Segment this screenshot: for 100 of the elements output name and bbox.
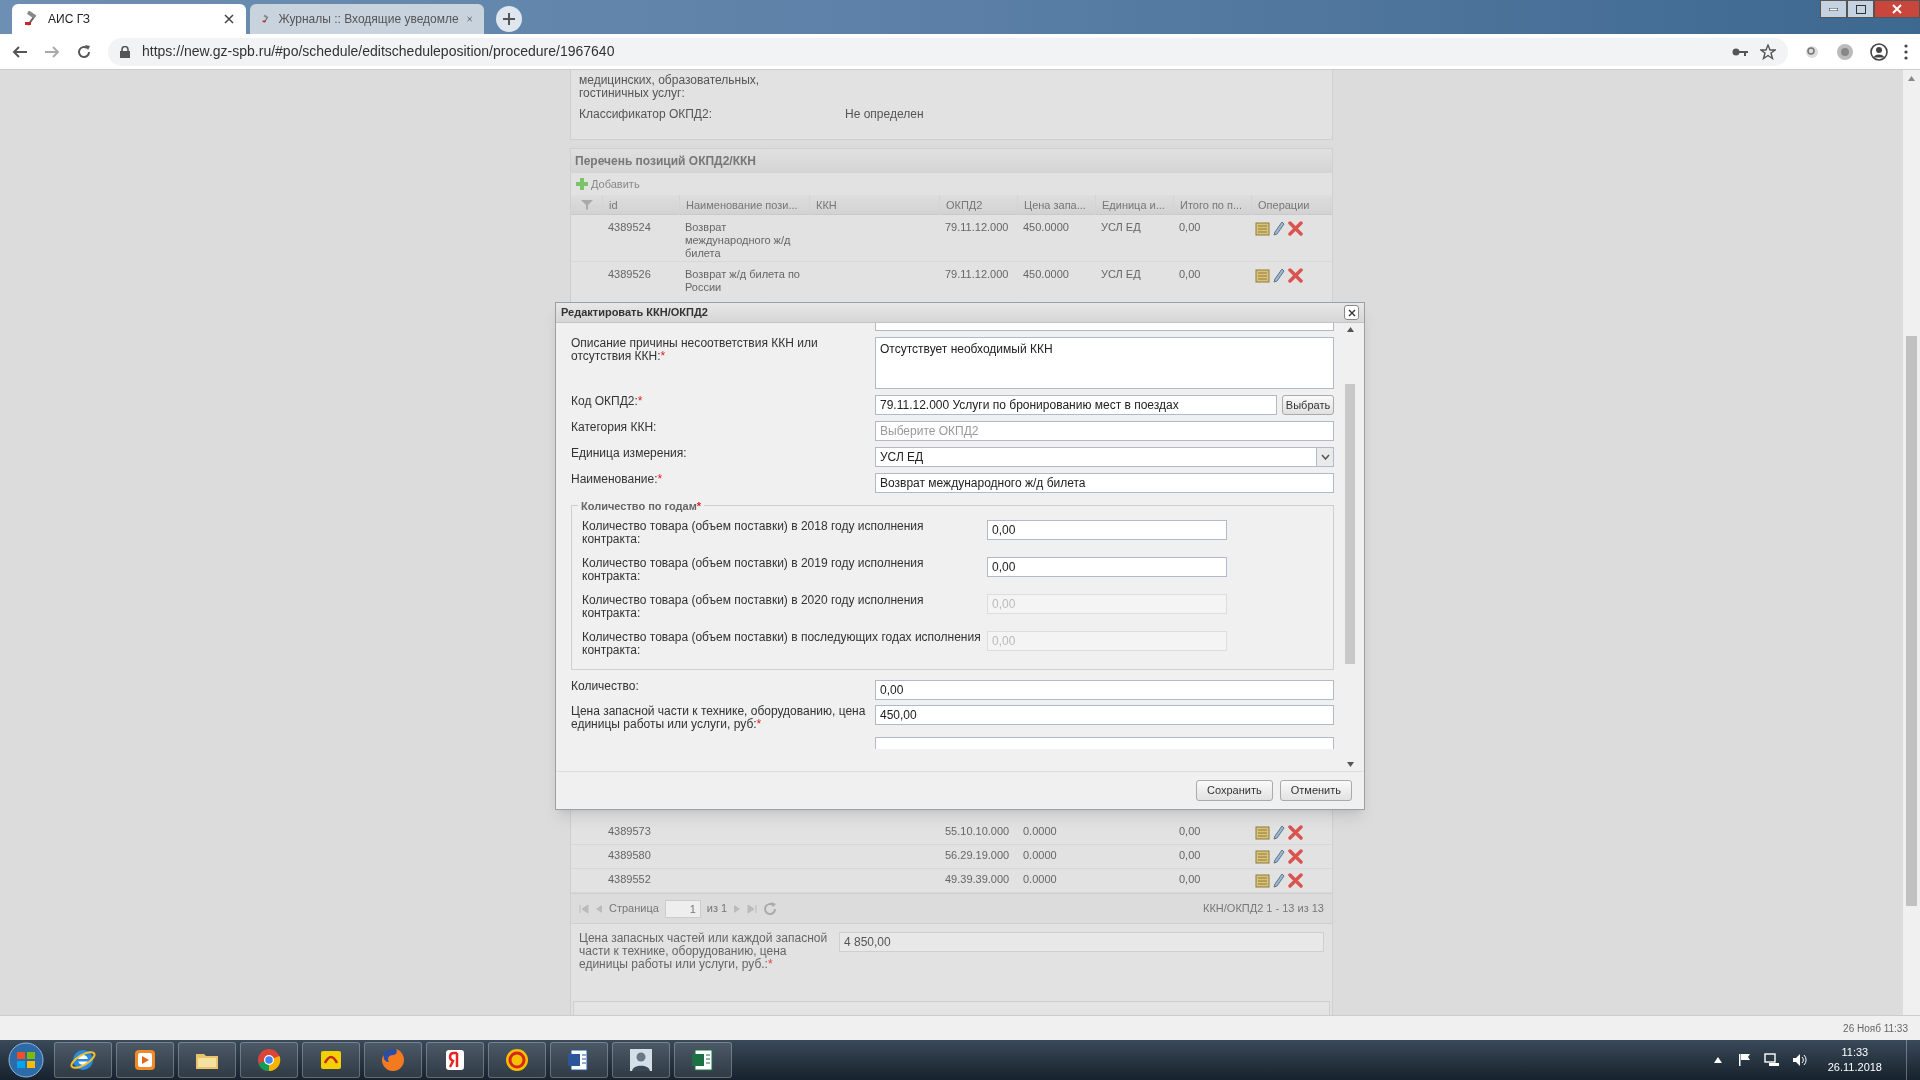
extension-icon[interactable]: [1836, 42, 1854, 61]
back-icon[interactable]: [12, 43, 28, 60]
taskbar-button[interactable]: [302, 1042, 360, 1078]
field-label: Цена запасной части к технике, оборудованию, цена единицы работы или услуги, руб:*: [571, 705, 867, 731]
extension-icon[interactable]: [1804, 43, 1820, 60]
field-label: Наименование:*: [571, 473, 664, 486]
clock-time[interactable]: 11:33: [1841, 1045, 1869, 1060]
network-icon[interactable]: [1763, 1053, 1780, 1067]
table-cell-text: 79.11.12.000: [944, 268, 1010, 282]
field-label: Количество товара (объем поставки) в 2018 году исполнения контракта:: [582, 520, 925, 546]
close-icon[interactable]: [224, 14, 234, 24]
fox-icon: [379, 1046, 407, 1074]
field-label: медицинских, образовательных, гостиничных услуг:: [579, 74, 761, 100]
taskbar-button[interactable]: [550, 1042, 608, 1078]
dialog-title: Редактировать ККН/ОКПД2: [561, 305, 709, 321]
field-label: Цена запасных частей или каждой запасной части к технике, оборудованию, цена единицы работы или услуги, руб.:*: [579, 932, 829, 973]
minimize-icon[interactable]: [1829, 7, 1838, 11]
pager-label: из 1: [706, 901, 728, 917]
person-icon: [627, 1046, 655, 1074]
table-cell-text: 0.0000: [1022, 873, 1058, 887]
new-tab-button[interactable]: [496, 6, 522, 32]
table-cell-text: 0,00: [1178, 849, 1202, 863]
scroll-up-icon[interactable]: [1346, 327, 1354, 332]
table-cell-text: УСЛ ЕД: [1100, 268, 1142, 282]
pager-label: Страница: [609, 901, 659, 917]
browser-tab[interactable]: АИС ГЗ: [12, 4, 246, 34]
field-label: Количество товара (объем поставки) в 2020 году исполнения контракта:: [582, 594, 925, 620]
close-button[interactable]: [1874, 0, 1920, 18]
browser-tab[interactable]: Журналы :: Входящие уведомле: [250, 4, 484, 34]
flag-icon[interactable]: [1737, 1053, 1752, 1067]
select-button[interactable]: Выбрать: [1282, 395, 1334, 415]
maximize-icon[interactable]: [1855, 4, 1866, 14]
scrollbar[interactable]: [1903, 70, 1920, 1015]
address-bar[interactable]: https://new.gz-spb.ru/#po/schedule/editscheduleposition/procedure/1967640: [108, 37, 1788, 66]
scroll-up-icon[interactable]: [1908, 76, 1915, 81]
table-cell-text: 0,00: [1178, 221, 1202, 235]
field-label: Единица измерения:: [571, 447, 688, 460]
taskbar-button[interactable]: [612, 1042, 670, 1078]
input-field[interactable]: [875, 737, 1334, 749]
clock-date[interactable]: 26.11.2018: [1827, 1060, 1882, 1075]
table-cell-text: 0,00: [1178, 873, 1202, 887]
input-field[interactable]: 0,00: [987, 520, 1227, 540]
delete-icon[interactable]: [1288, 873, 1303, 888]
taskbar-button[interactable]: [426, 1042, 484, 1078]
input-field[interactable]: [875, 323, 1334, 331]
pencil-icon[interactable]: [1273, 873, 1285, 888]
taskbar-button[interactable]: [674, 1042, 732, 1078]
chevron-down-icon[interactable]: [1320, 454, 1330, 460]
pager-summary: ККН/ОКПД2 1 - 13 из 13: [1203, 901, 1324, 917]
input-field[interactable]: Возврат международного ж/д билета: [875, 473, 1334, 493]
badge-icon: [503, 1046, 531, 1074]
table-cell-text: 56.29.19.000: [944, 849, 1011, 863]
table-cell-text: 4389526: [607, 268, 652, 282]
delete-icon[interactable]: [1288, 268, 1303, 283]
table-cell-text: 450.0000: [1022, 268, 1070, 282]
input-field[interactable]: 0,00: [875, 680, 1334, 700]
table-cell-text: 49.39.39.000: [944, 873, 1011, 887]
pencil-icon[interactable]: [1273, 849, 1285, 864]
panel-title: Перечень позиций ОКПД2/ККН: [571, 149, 1332, 173]
taskbar-button[interactable]: [116, 1042, 174, 1078]
input-field[interactable]: 79.11.12.000 Услуги по бронированию мест в поездах: [875, 395, 1277, 415]
show-hidden-icons-icon[interactable]: [1713, 1057, 1722, 1063]
field-label: Описание причины несоответствия ККН или отсутствия ККН:*: [571, 337, 819, 363]
dialog-button[interactable]: Сохранить: [1196, 780, 1273, 801]
minimize-button[interactable]: [1820, 0, 1847, 18]
table-cell-text: 55.10.10.000: [944, 825, 1011, 839]
scroll-down-icon[interactable]: [1346, 762, 1354, 767]
maximize-button[interactable]: [1847, 0, 1874, 18]
taskbar-button[interactable]: [240, 1042, 298, 1078]
field-label: Категория ККН:: [571, 421, 658, 434]
input-field[interactable]: 450,00: [875, 705, 1334, 725]
table-cell-text: УСЛ ЕД: [1100, 221, 1142, 235]
reload-icon[interactable]: [76, 43, 92, 60]
star-icon[interactable]: [1760, 43, 1776, 60]
pencil-icon[interactable]: [1273, 825, 1285, 840]
pencil-icon[interactable]: [1273, 221, 1285, 236]
key-icon[interactable]: [1732, 46, 1748, 57]
table-cell-text: 0.0000: [1022, 825, 1058, 839]
taskbar-button[interactable]: [54, 1042, 112, 1078]
pencil-icon[interactable]: [1273, 268, 1285, 283]
input-field[interactable]: 0,00: [987, 557, 1227, 577]
taskbar-button[interactable]: [488, 1042, 546, 1078]
table-cell-text: 0,00: [1178, 268, 1202, 282]
delete-icon[interactable]: [1288, 849, 1303, 864]
profile-icon[interactable]: [1870, 42, 1888, 61]
field-label: Количество товара (объем поставки) в последующих годах исполнения контракта:: [582, 631, 982, 657]
taskbar-button[interactable]: [178, 1042, 236, 1078]
dropdown[interactable]: УСЛ ЕД: [875, 447, 1334, 467]
text-area[interactable]: Отсутствует необходимый ККН: [875, 337, 1334, 389]
volume-icon[interactable]: [1791, 1053, 1808, 1067]
delete-icon[interactable]: [1288, 825, 1303, 840]
field-label: Код ОКПД2:*: [571, 395, 644, 408]
table-cell-text: 0,00: [1178, 825, 1202, 839]
plus-icon[interactable]: [503, 13, 515, 25]
delete-icon[interactable]: [1288, 221, 1303, 236]
dialog-button[interactable]: Отменить: [1279, 780, 1352, 801]
price-field[interactable]: 4 850,00: [839, 932, 1324, 952]
table-cell-text: Возврат ж/д билета по России: [684, 268, 801, 295]
menu-icon[interactable]: [1904, 43, 1908, 60]
page-field[interactable]: 1: [664, 899, 701, 918]
